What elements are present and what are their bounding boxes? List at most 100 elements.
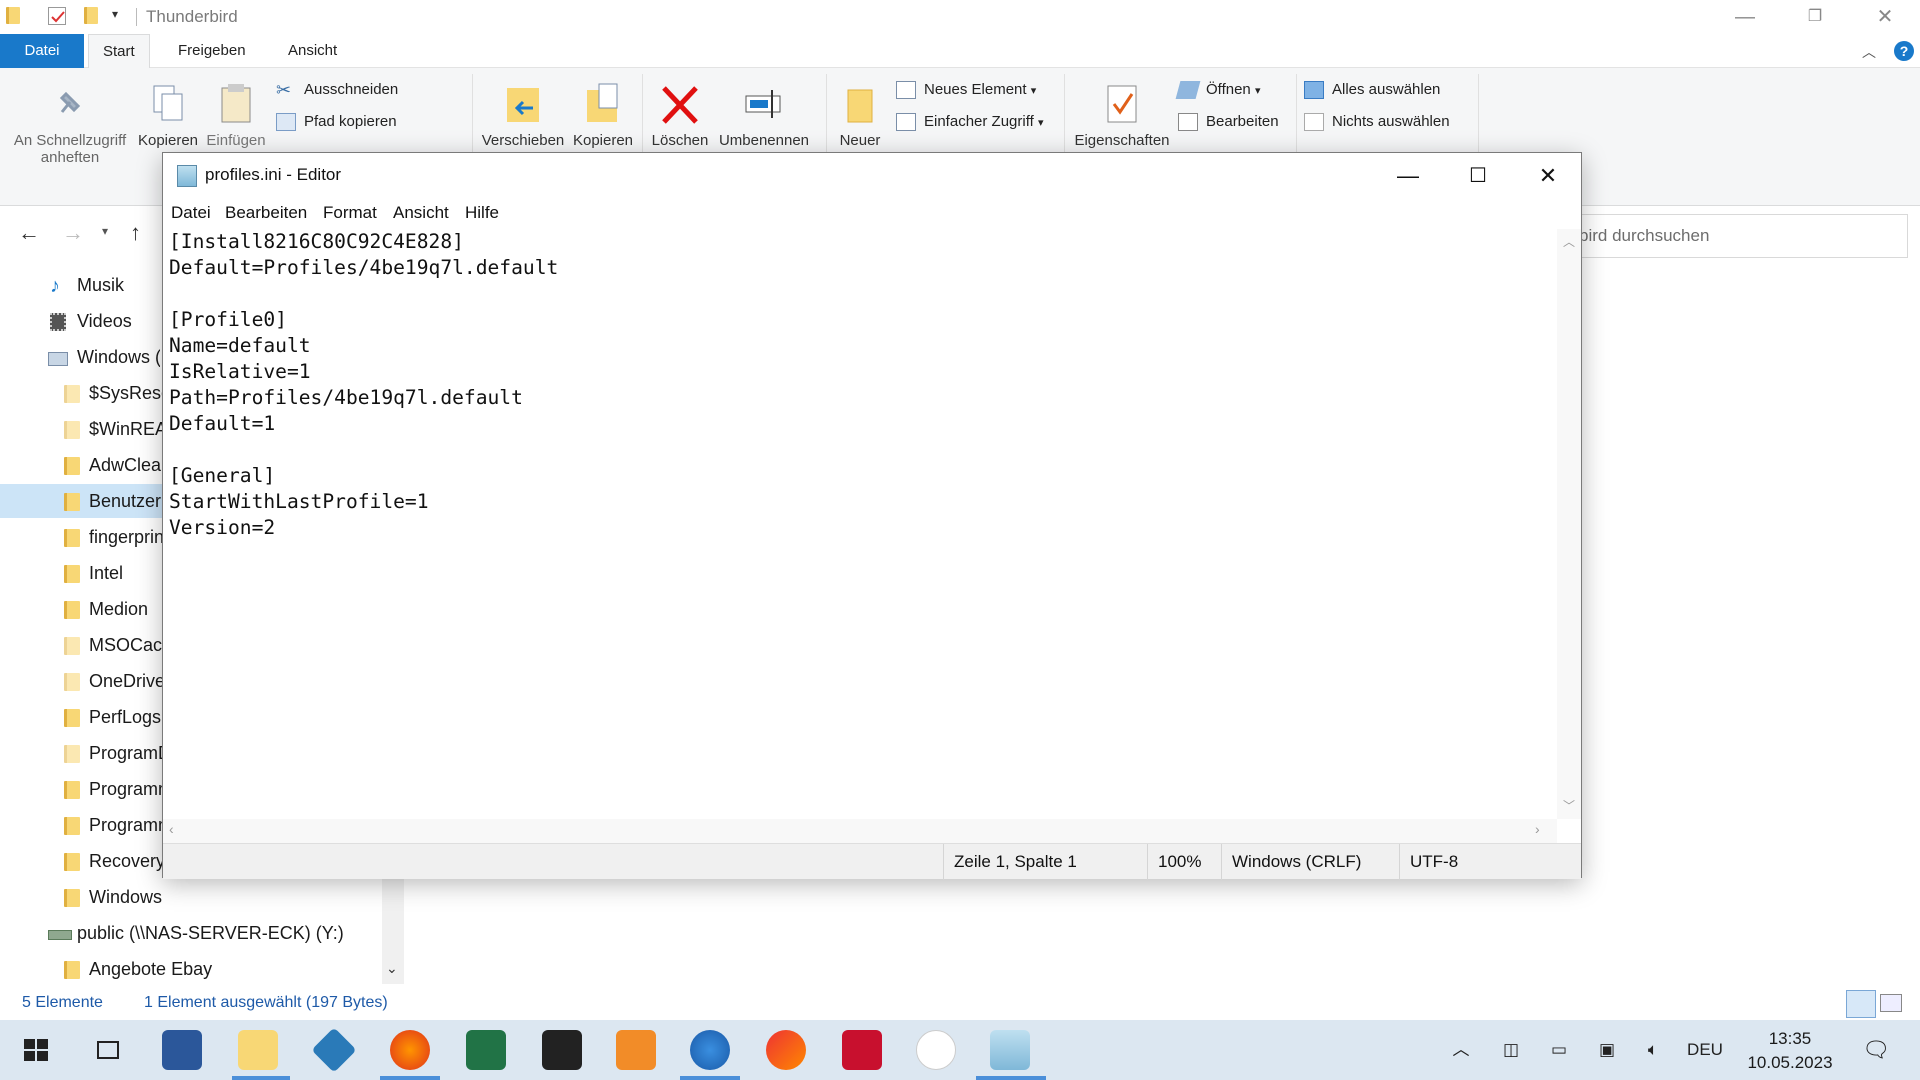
up-arrow-icon[interactable]: ↑ — [130, 220, 141, 246]
tree-item[interactable]: Intel — [0, 556, 162, 590]
forward-arrow-icon[interactable]: → — [62, 220, 84, 246]
copy-path-button[interactable]: Pfad kopieren — [276, 110, 397, 134]
copy-to-button[interactable]: Kopieren — [570, 82, 636, 149]
maximize-icon[interactable]: ☐ — [1443, 153, 1513, 199]
itunes-icon[interactable] — [916, 1030, 956, 1070]
clock-time[interactable]: 13:35 — [1740, 1028, 1840, 1050]
folder-icon — [64, 457, 80, 475]
network-icon[interactable]: ▣ — [1590, 1020, 1624, 1080]
word-icon[interactable] — [162, 1030, 202, 1070]
firefox-icon[interactable] — [390, 1030, 430, 1070]
gdata-shield-icon[interactable] — [842, 1030, 882, 1070]
restore-icon[interactable]: ❐ — [1780, 0, 1850, 34]
chevron-down-icon[interactable]: ▾ — [112, 7, 130, 25]
delete-button[interactable]: Löschen — [648, 82, 712, 149]
chevron-right-icon[interactable]: › — [1535, 821, 1540, 837]
rename-icon — [744, 82, 784, 126]
chevron-left-icon[interactable]: ‹ — [169, 821, 174, 837]
pin-quick-access-button[interactable]: An Schnellzugriff anheften — [6, 82, 134, 166]
help-icon[interactable]: ? — [1894, 41, 1914, 61]
chevron-down-icon[interactable]: ﹀ — [1563, 797, 1575, 814]
tree-item[interactable]: Windows ( — [0, 340, 160, 374]
tree-item[interactable]: AdwCleaner — [0, 448, 162, 482]
tree-item-label: Recovery — [89, 851, 162, 871]
tree-item[interactable]: Programme — [0, 808, 162, 842]
paste-button[interactable]: Einfügen — [204, 82, 268, 149]
windows-start-icon[interactable] — [16, 1030, 56, 1070]
close-icon[interactable]: ✕ — [1850, 0, 1920, 34]
language-indicator[interactable]: DEU — [1680, 1020, 1730, 1080]
search-input[interactable]: bird durchsuchen — [1548, 214, 1908, 258]
cut-button[interactable]: ✂ Ausschneiden — [276, 78, 398, 102]
notification-icon[interactable]: 🗨︎ — [1856, 1020, 1896, 1080]
file-explorer-icon[interactable] — [238, 1030, 278, 1070]
tree-item[interactable]: $WinREA — [0, 412, 162, 446]
app-diamond-icon[interactable] — [311, 1027, 357, 1073]
tree-item-label: Programme — [89, 815, 162, 835]
minimize-icon[interactable]: — — [1373, 153, 1443, 199]
tree-item[interactable]: Windows — [0, 880, 380, 914]
tab-freigeben[interactable]: Freigeben — [164, 34, 260, 68]
tree-item[interactable]: PerfLogs — [0, 700, 162, 734]
details-view-icon[interactable] — [1846, 990, 1876, 1018]
ccleaner-icon[interactable] — [766, 1030, 806, 1070]
horizontal-scrollbar[interactable]: ‹ › — [163, 819, 1557, 843]
chevron-up-icon[interactable]: ︿ — [1563, 233, 1575, 250]
tree-item[interactable]: Benutzer — [0, 484, 162, 518]
tree-item[interactable]: MSOCache — [0, 628, 162, 662]
properties-check-icon[interactable] — [48, 7, 66, 25]
close-icon[interactable]: ✕ — [1513, 153, 1583, 199]
menu-datei[interactable]: Datei — [171, 203, 211, 223]
movie-clapper-icon[interactable] — [542, 1030, 582, 1070]
new-item-icon — [896, 81, 916, 99]
battery-icon[interactable]: ▭ — [1542, 1020, 1576, 1080]
new-folder-button[interactable]: Neuer — [830, 82, 890, 149]
meet-now-icon[interactable]: ◫ — [1496, 1020, 1526, 1080]
chevron-up-icon[interactable]: ︿ — [1862, 42, 1876, 62]
tree-item[interactable]: Programme — [0, 772, 162, 806]
media-player-icon[interactable] — [616, 1030, 656, 1070]
tree-item-label: $WinREA — [89, 419, 162, 439]
tree-item[interactable]: ProgramData — [0, 736, 162, 770]
tree-item[interactable]: public (\\NAS-SERVER-ECK) (Y:) — [0, 916, 380, 950]
excel-icon[interactable] — [466, 1030, 506, 1070]
easy-access-button[interactable]: Einfacher Zugriff ▾ — [896, 110, 1043, 134]
tree-item[interactable]: Angebote Ebay — [0, 952, 380, 986]
copy-button[interactable]: Kopieren — [136, 82, 200, 149]
speaker-icon[interactable]: 🔈︎ — [1636, 1020, 1670, 1080]
menu-format[interactable]: Format — [323, 203, 377, 223]
notepad-icon[interactable] — [990, 1030, 1030, 1070]
move-to-button[interactable]: Verschieben — [478, 82, 568, 149]
menu-ansicht[interactable]: Ansicht — [393, 203, 449, 223]
tree-item[interactable]: $SysReset — [0, 376, 162, 410]
select-all-button[interactable]: Alles auswählen — [1304, 78, 1440, 102]
edit-button[interactable]: Bearbeiten — [1178, 110, 1279, 134]
clock-date[interactable]: 10.05.2023 — [1740, 1052, 1840, 1074]
vertical-scrollbar[interactable]: ︿ ﹀ — [1557, 229, 1581, 819]
tab-start[interactable]: Start — [88, 34, 150, 68]
select-none-button[interactable]: Nichts auswählen — [1304, 110, 1450, 134]
minimize-icon[interactable]: — — [1710, 0, 1780, 34]
chevron-down-icon[interactable]: ⌄ — [386, 960, 398, 977]
rename-button[interactable]: Umbenennen — [714, 82, 814, 149]
task-view-icon[interactable] — [88, 1030, 128, 1070]
chevron-up-icon[interactable]: ︿ — [1446, 1020, 1476, 1080]
explorer-status-bar: 5 Elemente 1 Element ausgewählt (197 Byt… — [0, 988, 1920, 1020]
tree-item[interactable]: fingerprint — [0, 520, 162, 554]
tree-item[interactable]: Medion — [0, 592, 162, 626]
chevron-down-icon[interactable]: ▾ — [102, 224, 108, 238]
tree-item[interactable]: Recovery — [0, 844, 162, 878]
thunderbird-icon[interactable] — [690, 1030, 730, 1070]
editor-text-area[interactable]: [Install8216C80C92C4E828] Default=Profil… — [169, 229, 1549, 809]
large-icons-view-icon[interactable] — [1880, 994, 1902, 1012]
menu-hilfe[interactable]: Hilfe — [465, 203, 499, 223]
new-item-button[interactable]: Neues Element ▾ — [896, 78, 1036, 102]
tree-item[interactable]: OneDrive — [0, 664, 162, 698]
new-folder-icon[interactable] — [84, 7, 98, 24]
open-button[interactable]: Öffnen ▾ — [1175, 78, 1260, 102]
properties-button[interactable]: Eigenschaften — [1068, 82, 1176, 149]
tab-datei[interactable]: Datei — [0, 34, 84, 68]
tab-ansicht[interactable]: Ansicht — [274, 34, 351, 68]
menu-bearbeiten[interactable]: Bearbeiten — [225, 203, 307, 223]
back-arrow-icon[interactable]: ← — [18, 220, 40, 246]
